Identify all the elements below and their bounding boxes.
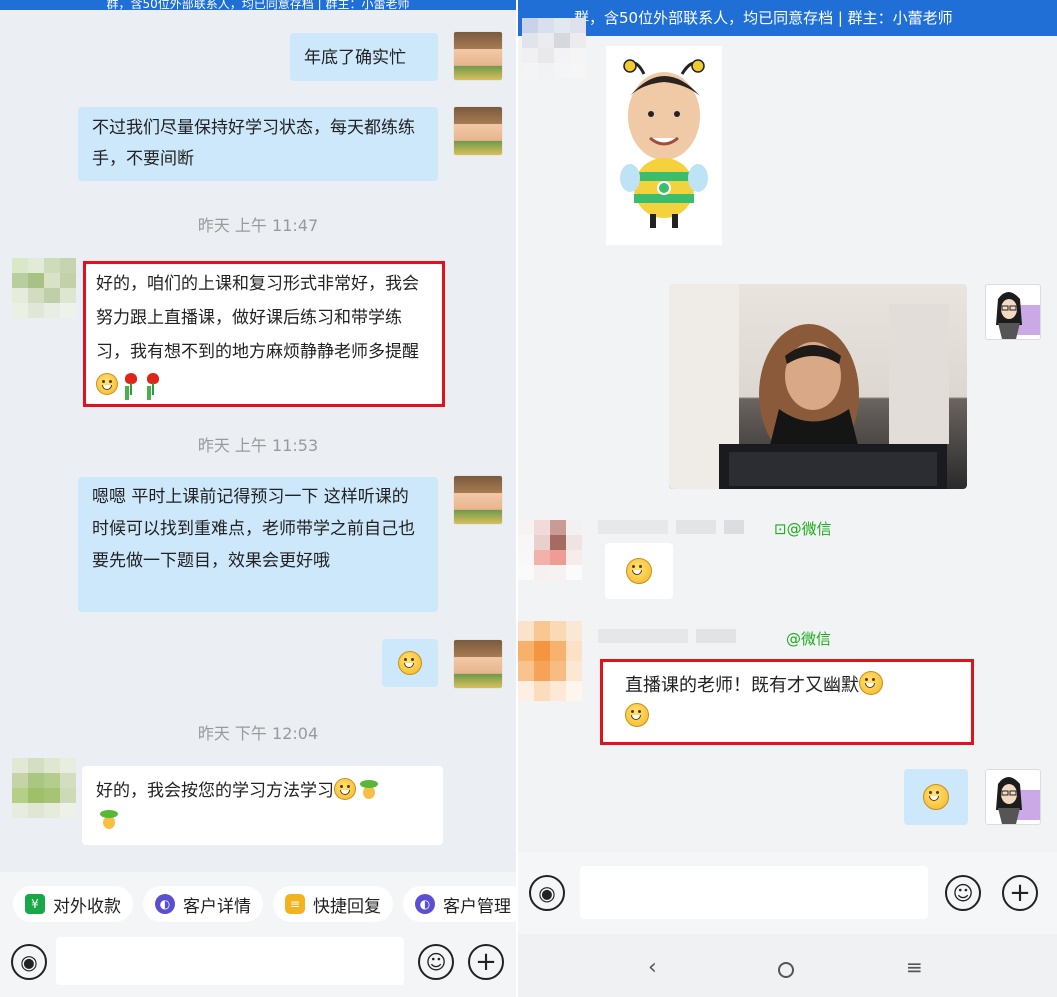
outgoing-emoji-message[interactable] — [382, 639, 438, 687]
message-input[interactable] — [580, 866, 928, 919]
quick-action-label: 快捷回复 — [313, 896, 381, 917]
emoji-icon[interactable]: ☺ — [418, 944, 454, 980]
grin-emoji-icon — [923, 784, 949, 810]
photo-image — [669, 284, 949, 489]
incoming-message[interactable]: 直播课的老师！既有才又幽默 — [603, 662, 971, 742]
contact-avatar-blurred[interactable] — [522, 18, 586, 78]
sprout-emoji-icon — [99, 809, 119, 831]
wechat-tag-text: @微信 — [786, 520, 832, 538]
sender-name-blurred — [598, 628, 788, 644]
left-group-banner: 群，含50位外部联系人，均已同意存档 | 群主：小蕾老师 — [0, 0, 516, 10]
outgoing-emoji-message[interactable] — [904, 769, 968, 825]
grin-emoji-icon — [859, 671, 883, 695]
contact-avatar-blurred[interactable] — [518, 621, 594, 701]
customer-icon: ◐ — [415, 894, 435, 914]
teacher-avatar-image — [996, 292, 1040, 339]
message-text: 年底了确实忙 — [304, 48, 406, 68]
self-avatar[interactable] — [453, 31, 503, 81]
wechat-source-tag: ⊡@微信 — [774, 520, 832, 538]
outgoing-message[interactable]: 年底了确实忙 — [290, 33, 438, 81]
smile-emoji-icon — [334, 778, 356, 800]
outgoing-message[interactable]: 嗯嗯 平时上课前记得预习一下 这样听课的时候可以找到重难点，老师带学之前自己也要… — [78, 477, 438, 612]
plus-icon[interactable]: + — [1002, 875, 1038, 911]
quick-action-label: 对外收款 — [53, 896, 121, 917]
customer-icon: ◐ — [155, 894, 175, 914]
quick-action-customer-manage[interactable]: ◐ 客户管理 — [403, 886, 516, 922]
contact-avatar-blurred[interactable] — [12, 758, 76, 818]
menu-icon[interactable]: ≡ — [906, 955, 923, 979]
right-group-banner: 群，含50位外部联系人，均已同意存档 | 群主：小蕾老师 — [518, 0, 1057, 36]
rose-emoji-icon — [122, 372, 140, 396]
message-text: 好的，我会按您的学习方法学习 — [96, 781, 334, 801]
quick-action-label: 客户管理 — [443, 896, 511, 917]
grin-emoji-icon — [398, 651, 422, 675]
quick-action-customer-detail[interactable]: ◐ 客户详情 — [143, 886, 263, 922]
right-chat-panel: 群，含50位外部联系人，均已同意存档 | 群主：小蕾老师 ⊡@微信 @微信 直播… — [518, 0, 1057, 997]
blur-block — [724, 520, 744, 534]
rose-emoji-icon — [144, 372, 162, 396]
self-avatar[interactable] — [453, 106, 503, 156]
photo-message[interactable] — [669, 284, 967, 489]
sender-name-blurred — [598, 519, 788, 535]
message-text: 直播课的老师！既有才又幽默 — [625, 675, 859, 696]
wechat-tag-text: @微信 — [786, 630, 832, 648]
self-avatar[interactable] — [453, 475, 503, 525]
timestamp: 昨天 上午 11:53 — [197, 436, 319, 455]
message-input[interactable] — [56, 937, 404, 985]
emoji-icon[interactable]: ☺ — [945, 875, 981, 911]
bee-sticker-image — [620, 59, 708, 228]
highlight-box: 直播课的老师！既有才又幽默 — [600, 659, 974, 745]
back-icon[interactable]: ‹ — [648, 955, 657, 980]
timestamp: 昨天 下午 12:04 — [197, 724, 319, 743]
message-text: 不过我们尽量保持好学习状态，每天都练练手，不要间断 — [92, 118, 415, 169]
shield-icon: ¥ — [25, 894, 45, 914]
voice-icon[interactable]: ◉ — [11, 944, 47, 980]
teacher-avatar[interactable] — [985, 284, 1041, 340]
plus-icon[interactable]: + — [468, 944, 504, 980]
self-avatar[interactable] — [453, 639, 503, 689]
left-banner-text: 群，含50位外部联系人，均已同意存档 | 群主：小蕾老师 — [106, 0, 410, 10]
outgoing-message[interactable]: 不过我们尽量保持好学习状态，每天都练练手，不要间断 — [78, 107, 438, 181]
teacher-avatar[interactable] — [985, 769, 1041, 825]
timestamp: 昨天 上午 11:47 — [197, 216, 319, 235]
blur-block — [676, 520, 716, 534]
contact-avatar-blurred[interactable] — [518, 520, 594, 580]
blur-block — [598, 520, 668, 534]
blur-block — [696, 629, 736, 643]
quick-action-quick-reply[interactable]: ≡ 快捷回复 — [273, 886, 393, 922]
highlight-box: 好的，咱们的上课和复习形式非常好，我会努力跟上直播课，做好课后练习和带学练习，我… — [83, 261, 445, 407]
wechat-source-tag: @微信 — [786, 628, 831, 649]
quick-action-payment[interactable]: ¥ 对外收款 — [13, 886, 133, 922]
reply-icon: ≡ — [285, 894, 305, 914]
home-icon[interactable] — [778, 962, 794, 978]
sprout-emoji-icon — [359, 779, 379, 801]
blur-block — [598, 629, 688, 643]
grin-emoji-icon — [625, 703, 649, 727]
laugh-emoji-icon — [626, 558, 652, 584]
incoming-message[interactable]: 好的，我会按您的学习方法学习 — [82, 766, 443, 845]
teacher-avatar-image — [996, 777, 1040, 824]
left-chat-panel: 群，含50位外部联系人，均已同意存档 | 群主：小蕾老师 年底了确实忙 不过我们… — [0, 0, 516, 997]
incoming-message[interactable]: 好的，咱们的上课和复习形式非常好，我会努力跟上直播课，做好课后练习和带学练习，我… — [86, 264, 442, 404]
contact-avatar-blurred[interactable] — [12, 258, 76, 318]
quick-action-label: 客户详情 — [183, 896, 251, 917]
bee-sticker[interactable] — [606, 46, 722, 245]
message-text: 好的，咱们的上课和复习形式非常好，我会努力跟上直播课，做好课后练习和带学练习，我… — [96, 274, 419, 362]
message-text: 嗯嗯 平时上课前记得预习一下 这样听课的时候可以找到重难点，老师带学之前自己也要… — [92, 487, 415, 571]
right-banner-text: 群，含50位外部联系人，均已同意存档 | 群主：小蕾老师 — [574, 9, 953, 27]
incoming-emoji-message[interactable] — [605, 543, 673, 599]
smile-emoji-icon — [96, 373, 118, 395]
voice-icon[interactable]: ◉ — [529, 875, 565, 911]
